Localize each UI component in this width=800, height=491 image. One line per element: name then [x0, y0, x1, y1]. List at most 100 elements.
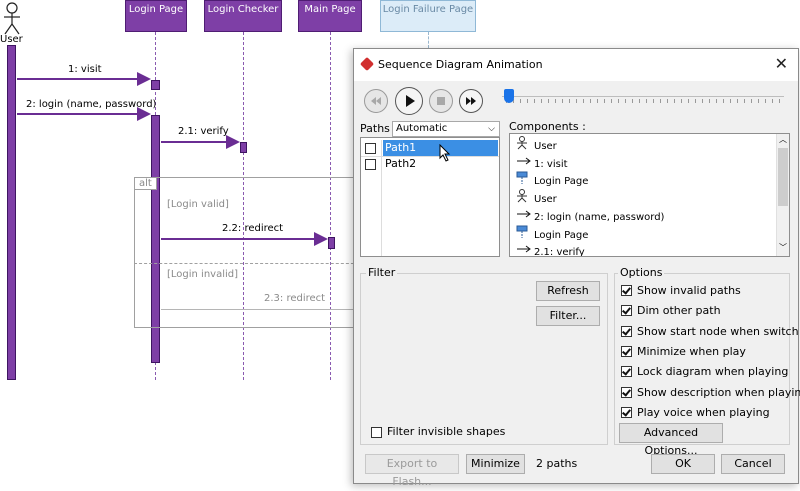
- option-checkbox[interactable]: [621, 366, 632, 378]
- slider-tick: [737, 99, 738, 103]
- message-line[interactable]: [161, 141, 227, 143]
- stop-button[interactable]: [429, 89, 453, 113]
- lifeline-login-page[interactable]: Login Page: [125, 0, 187, 32]
- slider-tick: [653, 99, 654, 103]
- option-label: Lock diagram when playing: [637, 365, 789, 379]
- refresh-button[interactable]: Refresh: [536, 281, 600, 301]
- filter-button[interactable]: Filter...: [536, 306, 600, 326]
- filter-invisible-checkbox[interactable]: [371, 427, 382, 438]
- component-item[interactable]: 1: visit: [516, 154, 568, 171]
- dialog-titlebar[interactable]: Sequence Diagram Animation ✕: [354, 49, 798, 81]
- option-checkbox[interactable]: [621, 406, 632, 418]
- components-label: Components :: [509, 120, 586, 133]
- component-label: Login Page: [534, 229, 589, 241]
- message-arrow-icon: [516, 242, 534, 256]
- component-item[interactable]: 2.1: verify: [516, 242, 585, 256]
- slider-tick: [751, 99, 752, 103]
- slider-tick: [779, 99, 780, 103]
- ok-button[interactable]: OK: [651, 454, 715, 474]
- options-group-title: Options: [618, 266, 665, 279]
- advanced-options-button[interactable]: Advanced Options...: [619, 423, 723, 457]
- filter-invisible-label: Filter invisible shapes: [387, 425, 506, 438]
- message-arrow: [137, 72, 151, 86]
- slider-tick: [674, 99, 675, 103]
- lifeline-login-failure-page[interactable]: Login Failure Page: [380, 0, 476, 32]
- slider-tick: [744, 99, 745, 103]
- slider-tick: [688, 99, 689, 103]
- cancel-button[interactable]: Cancel: [721, 454, 785, 474]
- activation-bar[interactable]: [240, 142, 247, 153]
- progress-slider[interactable]: [502, 96, 784, 105]
- stop-icon: [437, 97, 445, 105]
- slider-tick: [709, 99, 710, 103]
- option-checkbox[interactable]: [621, 285, 632, 296]
- slider-tick: [716, 99, 717, 103]
- chevron-down-icon: ⌵: [488, 124, 495, 134]
- path2-checkbox[interactable]: [365, 159, 376, 170]
- activation-bar[interactable]: [151, 80, 160, 90]
- path-item-label: Path2: [385, 157, 417, 170]
- slider-tick: [548, 99, 549, 103]
- message-arrow: [226, 135, 240, 149]
- slider-tick: [765, 99, 766, 103]
- component-label: User: [534, 194, 557, 206]
- path-item-label: Path1: [385, 141, 417, 154]
- component-item[interactable]: Login Page: [516, 225, 588, 242]
- minimize-button[interactable]: Minimize: [466, 454, 525, 474]
- path1-checkbox[interactable]: [365, 143, 376, 154]
- slider-tick: [646, 99, 647, 103]
- slider-tick: [569, 99, 570, 103]
- slider-tick: [576, 99, 577, 103]
- option-checkbox[interactable]: [621, 325, 632, 337]
- component-item[interactable]: 2: login (name, password): [516, 207, 664, 224]
- message-line[interactable]: [17, 78, 139, 80]
- slider-tick: [527, 99, 528, 103]
- option-checkbox[interactable]: [621, 345, 632, 357]
- scroll-up-icon[interactable]: ︿: [779, 134, 787, 145]
- message-label: 2: login (name, password): [26, 99, 157, 110]
- slider-tick: [562, 99, 563, 103]
- component-item[interactable]: User: [516, 189, 557, 206]
- fast-forward-icon: [466, 97, 476, 105]
- guard-label: [Login invalid]: [167, 269, 239, 280]
- paths-list[interactable]: Path1 Path2: [360, 137, 500, 257]
- message-line[interactable]: [17, 113, 139, 115]
- export-to-flash-button[interactable]: Export to Flash...: [365, 454, 459, 488]
- scrollbar-thumb[interactable]: [778, 148, 788, 206]
- option-checkbox[interactable]: [621, 305, 632, 317]
- rewind-button[interactable]: [364, 89, 388, 113]
- fast-forward-button[interactable]: [459, 89, 483, 113]
- guard-label: [Login valid]: [167, 199, 229, 210]
- components-scrollbar[interactable]: ︿ ﹀: [776, 134, 789, 256]
- component-item[interactable]: Login Page: [516, 171, 588, 188]
- slider-tick: [597, 99, 598, 103]
- play-button[interactable]: [395, 87, 423, 115]
- close-icon[interactable]: ✕: [775, 55, 788, 73]
- slider-tick: [625, 99, 626, 103]
- slider-tick: [639, 99, 640, 103]
- app-icon: [359, 56, 375, 72]
- actor-icon[interactable]: [2, 2, 22, 36]
- fragment-separator: [134, 263, 364, 264]
- option-checkbox[interactable]: [621, 386, 632, 398]
- animation-dialog: Sequence Diagram Animation ✕ Paths : Aut…: [353, 48, 800, 488]
- slider-tick: [632, 99, 633, 103]
- progress-slider-thumb[interactable]: [504, 89, 514, 103]
- components-list[interactable]: User 1: visit Login Page User 2: login (name…: [509, 133, 790, 257]
- slider-tick: [583, 99, 584, 103]
- slider-tick: [520, 99, 521, 103]
- lifeline-dash: [428, 32, 429, 48]
- slider-tick: [667, 99, 668, 103]
- slider-tick: [758, 99, 759, 103]
- lifeline-main-page[interactable]: Main Page: [298, 0, 362, 32]
- lifeline-login-checker[interactable]: Login Checker: [204, 0, 282, 32]
- component-label: User: [534, 141, 557, 152]
- component-item[interactable]: User: [516, 136, 557, 153]
- component-label: 2: login (name, password): [534, 211, 665, 223]
- message-label: 2.1: verify: [178, 126, 229, 137]
- paths-mode-select[interactable]: Automatic ⌵: [392, 121, 500, 137]
- scroll-down-icon[interactable]: ﹀: [779, 242, 787, 253]
- actor-activation[interactable]: [7, 45, 16, 380]
- slider-tick: [730, 99, 731, 103]
- path-count: 2 paths: [536, 457, 578, 470]
